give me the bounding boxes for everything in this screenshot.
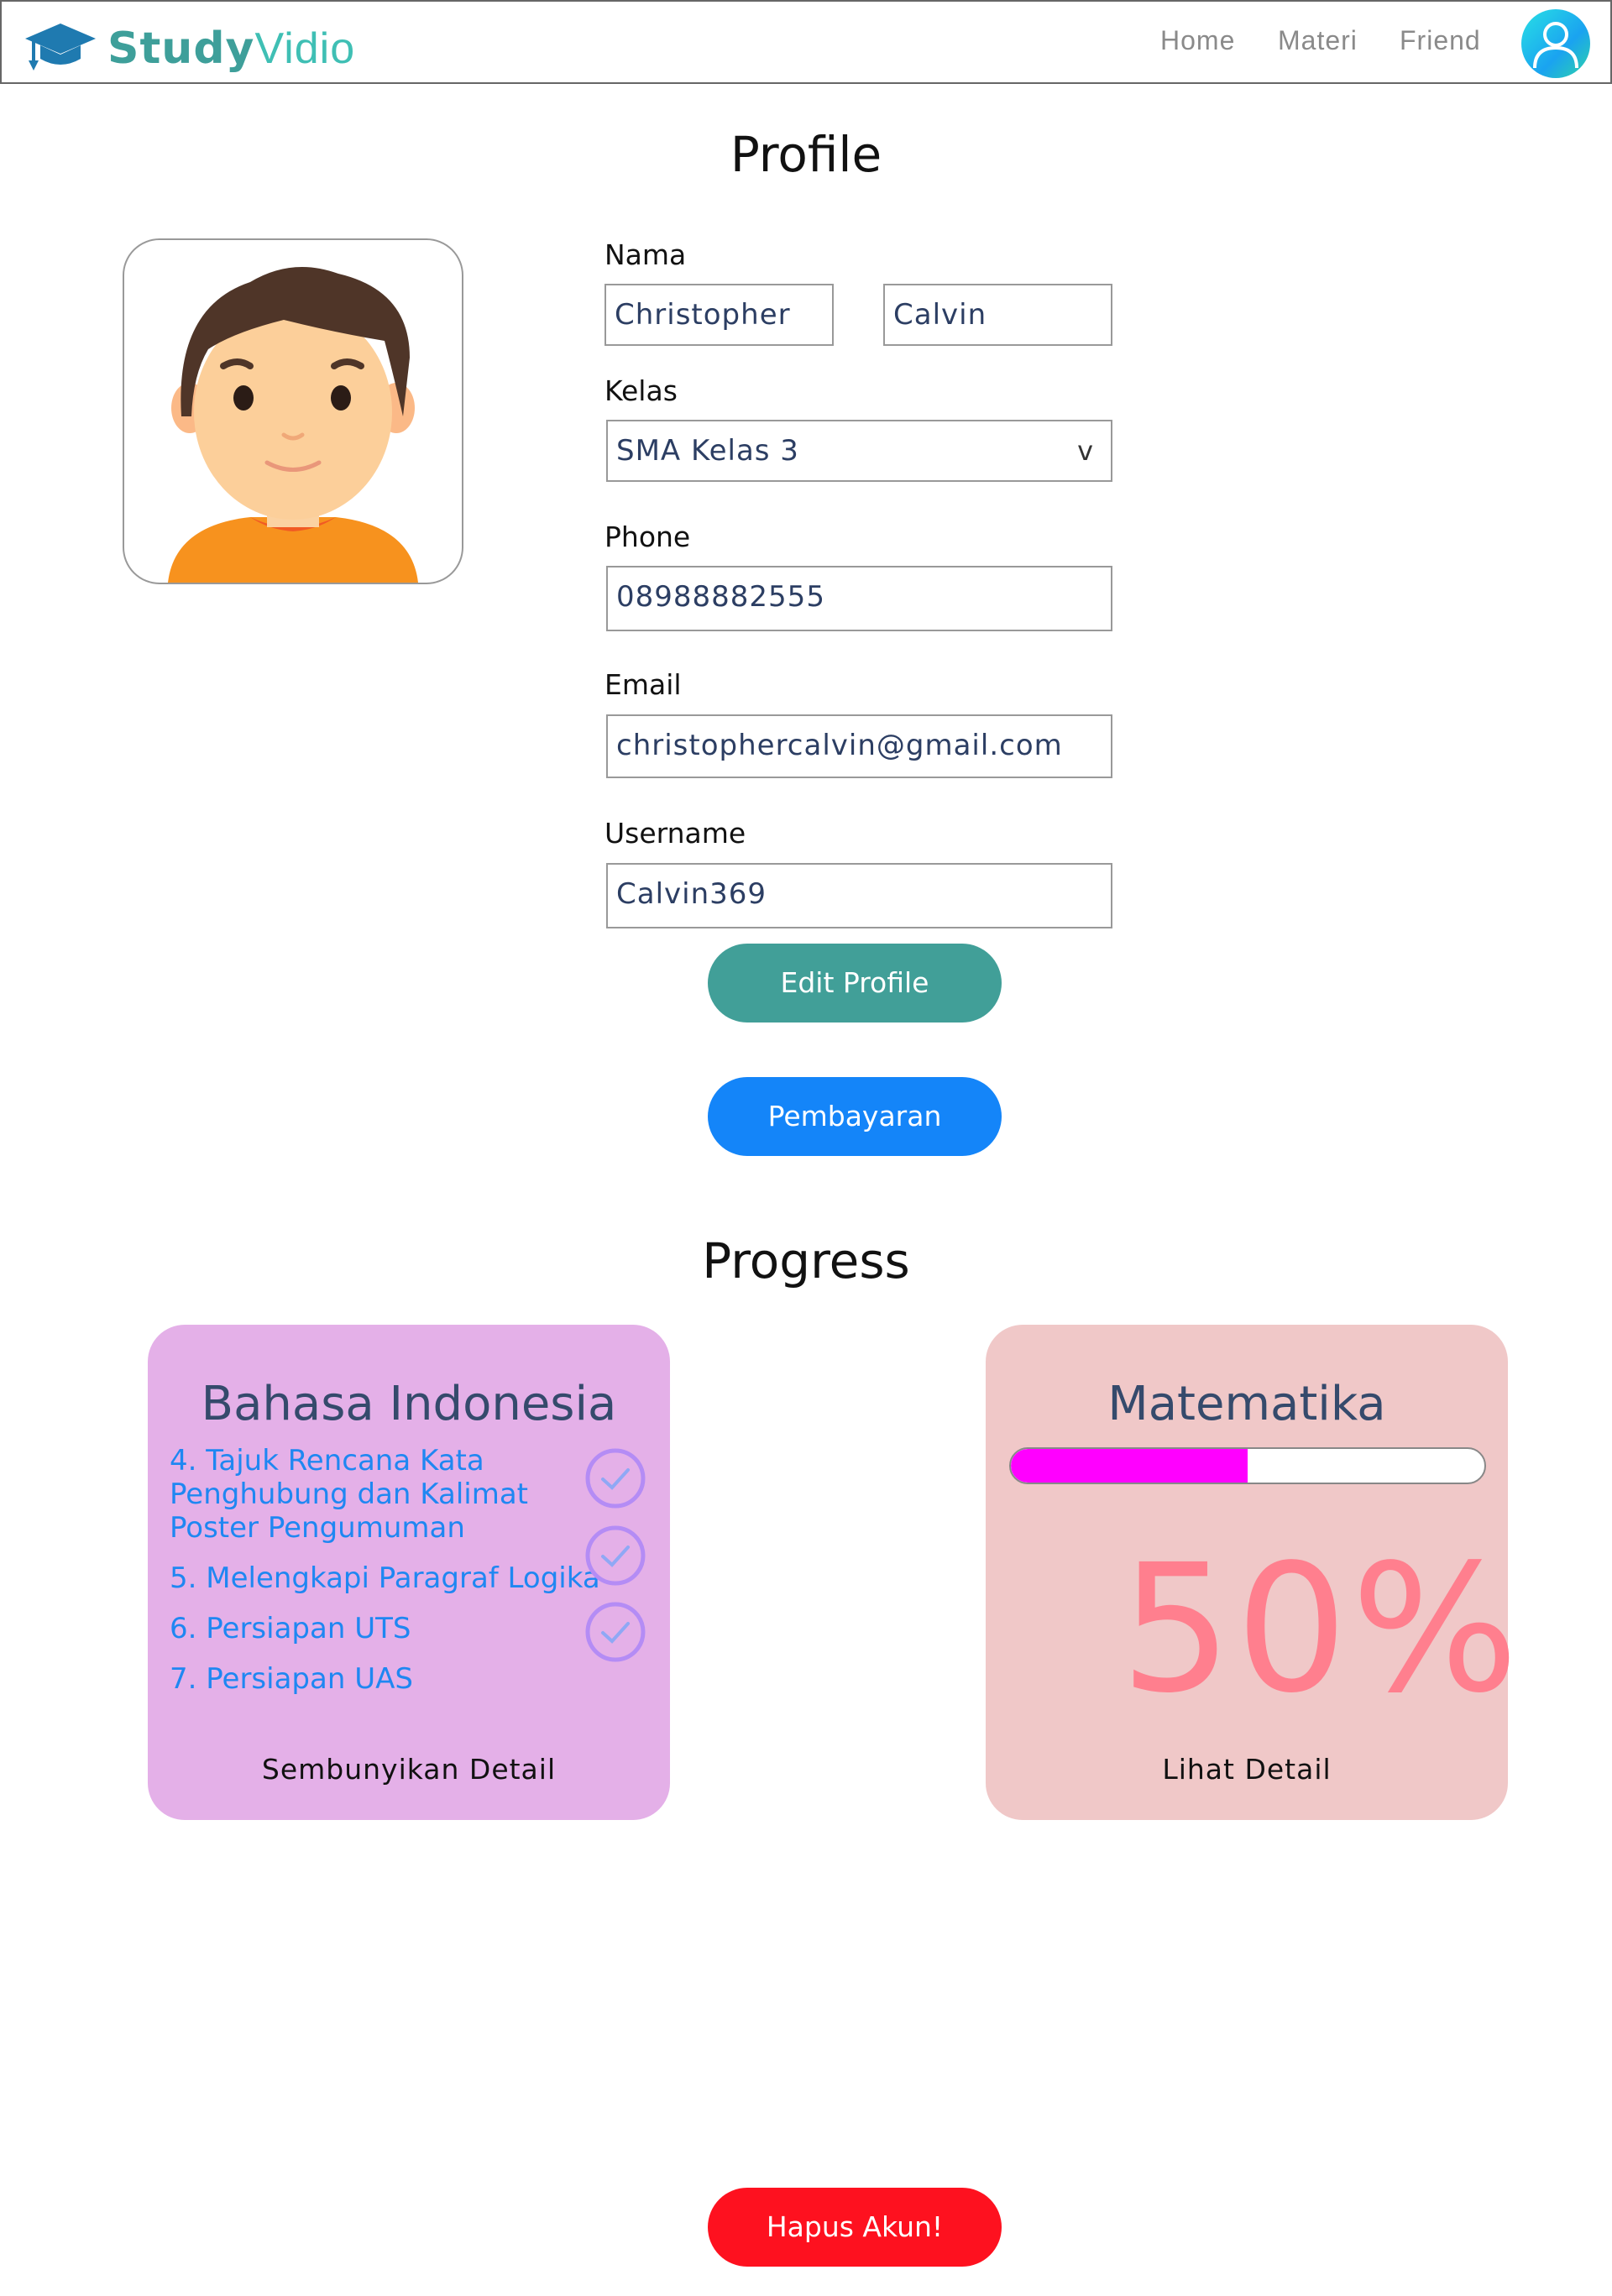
card-title: Matematika xyxy=(1107,1377,1386,1431)
brand-logo[interactable]: StudyVidio xyxy=(24,20,355,77)
lesson-item[interactable]: 6. Persiapan UTS xyxy=(170,1612,411,1645)
lesson-item[interactable]: 7. Persiapan UAS xyxy=(170,1662,413,1696)
brand-name-vidio: Vidio xyxy=(254,24,356,73)
phone-label: Phone xyxy=(604,520,691,553)
phone-input[interactable]: 08988882555 xyxy=(606,566,1112,631)
username-label: Username xyxy=(604,817,746,850)
graduation-cap-icon xyxy=(24,20,97,77)
progress-percent: 50% xyxy=(1120,1526,1522,1732)
progress-bar xyxy=(1009,1447,1486,1484)
page-title: Profile xyxy=(730,126,882,183)
email-input[interactable]: christophercalvin@gmail.com xyxy=(606,714,1112,778)
progress-card-bahasa-indonesia: Bahasa Indonesia 4. Tajuk Rencana Kata P… xyxy=(148,1325,670,1820)
profile-avatar xyxy=(123,238,463,584)
kelas-selected-value: SMA Kelas 3 xyxy=(616,434,799,468)
top-navbar: StudyVidio Home Materi Friend xyxy=(0,0,1612,84)
check-circle-icon xyxy=(585,1448,646,1509)
edit-profile-button[interactable]: Edit Profile xyxy=(708,944,1002,1022)
progress-bar-fill xyxy=(1011,1449,1248,1483)
nav-materi[interactable]: Materi xyxy=(1278,25,1358,56)
user-icon xyxy=(1533,22,1578,69)
nav-home[interactable]: Home xyxy=(1160,25,1235,56)
chevron-down-icon: v xyxy=(1077,435,1094,467)
lesson-item[interactable]: 5. Melengkapi Paragraf Logika xyxy=(170,1561,600,1595)
hapus-akun-button[interactable]: Hapus Akun! xyxy=(708,2188,1002,2267)
kelas-label: Kelas xyxy=(604,374,678,407)
lihat-detail-link[interactable]: Lihat Detail xyxy=(986,1753,1508,1786)
pembayaran-button[interactable]: Pembayaran xyxy=(708,1077,1002,1156)
check-circle-icon xyxy=(585,1602,646,1662)
card-title: Bahasa Indonesia xyxy=(201,1377,617,1431)
progress-title: Progress xyxy=(702,1232,910,1289)
user-avatar-button[interactable] xyxy=(1521,9,1590,78)
lesson-item[interactable]: 4. Tajuk Rencana Kata Penghubung dan Kal… xyxy=(170,1444,581,1545)
kelas-select[interactable]: SMA Kelas 3 v xyxy=(606,420,1112,482)
email-label: Email xyxy=(604,668,682,701)
first-name-input[interactable]: Christopher xyxy=(604,284,834,346)
check-circle-icon xyxy=(585,1525,646,1586)
progress-card-matematika: Matematika 50% Lihat Detail xyxy=(986,1325,1519,1820)
sembunyikan-detail-link[interactable]: Sembunyikan Detail xyxy=(148,1753,670,1786)
nama-label: Nama xyxy=(604,238,687,271)
brand-name-study: Study xyxy=(107,24,255,74)
nav-friend[interactable]: Friend xyxy=(1400,25,1481,56)
last-name-input[interactable]: Calvin xyxy=(883,284,1112,346)
username-input[interactable]: Calvin369 xyxy=(606,863,1112,928)
